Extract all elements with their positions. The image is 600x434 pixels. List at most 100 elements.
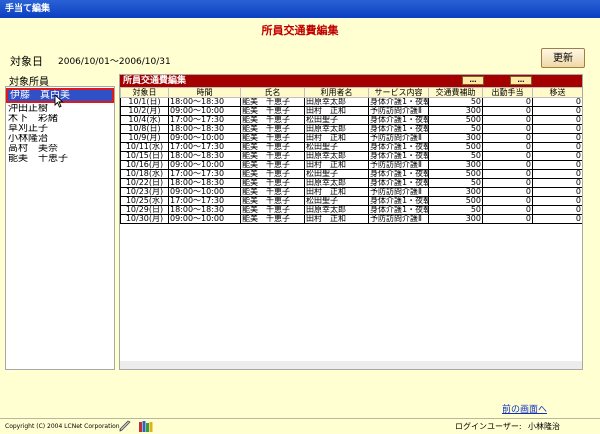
table-cell: 予防訪問介護Ⅱ — [368, 160, 429, 170]
column-header[interactable]: 利用者名 — [304, 87, 369, 98]
table-cell[interactable]: 0 — [532, 106, 582, 116]
table-cell[interactable]: 0 — [482, 178, 533, 188]
table-cell[interactable]: 500 — [428, 115, 483, 125]
table-cell[interactable]: 0 — [532, 160, 582, 170]
staff-list-item[interactable]: 能美 千恵子 — [6, 154, 114, 164]
table-row[interactable]: 10/9(月) 09:00～10:00 能美 千恵子 田村 正和 予防訪問介護Ⅱ 300 0… — [120, 133, 582, 143]
column-header[interactable]: 氏名 — [240, 87, 305, 98]
column-header[interactable]: サービス内容 — [368, 87, 429, 98]
back-link[interactable]: 前の画面へ — [502, 402, 547, 415]
table-cell[interactable]: 0 — [532, 124, 582, 134]
staff-list-item[interactable]: 高村 美奈 — [6, 144, 114, 154]
table-row[interactable]: 10/2(月) 09:00～10:00 能美 千恵子 田村 正和 予防訪問介護Ⅱ 300 0… — [120, 106, 582, 116]
column-header[interactable]: 移送 — [532, 87, 582, 98]
table-row[interactable]: 10/25(水) 17:00～17:30 能美 千恵子 松田聖子 身体介護1・夜朝 500… — [120, 196, 582, 206]
table-cell[interactable]: 0 — [532, 214, 582, 224]
table-cell: 10/18(水) — [120, 169, 169, 179]
table-cell: 能美 千恵子 — [240, 151, 305, 161]
table-cell[interactable]: 0 — [532, 133, 582, 143]
table-cell: 予防訪問介護Ⅱ — [368, 187, 429, 197]
table-cell[interactable]: 50 — [428, 97, 483, 107]
books-icon[interactable] — [138, 420, 154, 432]
column-header[interactable]: 時間 — [168, 87, 241, 98]
table-cell[interactable]: 0 — [532, 196, 582, 206]
table-cell[interactable]: 50 — [428, 124, 483, 134]
table-cell[interactable]: 0 — [482, 169, 533, 179]
table-header-row: 対象日 時間 氏名 利用者名 サービス内容 交通費補助 出勤手当 移送 — [120, 87, 582, 98]
table-cell: 田原幸太郎 — [304, 151, 369, 161]
pen-icon[interactable] — [118, 420, 132, 432]
table-row[interactable]: 10/30(月) 09:00～10:00 能美 千恵子 田村 正和 予防訪問介護Ⅱ 300… — [120, 214, 582, 224]
horizontal-scrollbar[interactable] — [120, 361, 582, 369]
column-header[interactable]: 交通費補助 — [428, 87, 483, 98]
table-cell[interactable]: 0 — [532, 205, 582, 215]
column-header[interactable]: 出勤手当 — [482, 87, 533, 98]
table-cell[interactable]: 0 — [532, 97, 582, 107]
table-row[interactable]: 10/15(日) 18:00～18:30 能美 千恵子 田原幸太郎 身体介護1・夜朝 50… — [120, 151, 582, 161]
table-cell[interactable]: 0 — [482, 124, 533, 134]
table-cell: 17:00～17:30 — [168, 196, 241, 206]
table-cell: 18:00～18:30 — [168, 205, 241, 215]
table-cell[interactable]: 0 — [482, 151, 533, 161]
table-cell[interactable]: 0 — [532, 142, 582, 152]
table-row[interactable]: 10/22(日) 18:00～18:30 能美 千恵子 田原幸太郎 身体介護1・夜朝 50… — [120, 178, 582, 188]
table-row[interactable]: 10/18(水) 17:00～17:30 能美 千恵子 松田聖子 身体介護1・夜朝 500… — [120, 169, 582, 179]
table-cell: 18:00～18:30 — [168, 97, 241, 107]
table-cell[interactable]: 500 — [428, 196, 483, 206]
table-cell[interactable]: 0 — [532, 178, 582, 188]
table-cell: 身体介護1・夜朝 — [368, 178, 429, 188]
staff-list-item[interactable]: 小林隆治 — [6, 134, 114, 144]
table-row[interactable]: 10/23(月) 09:00～10:00 能美 千恵子 田村 正和 予防訪問介護Ⅱ 300… — [120, 187, 582, 197]
table-cell: 田村 正和 — [304, 133, 369, 143]
table-cell[interactable]: 0 — [482, 160, 533, 170]
staff-list[interactable]: 伊藤 真由美 沖田正樹 木下 彩緒 草刈正子 小林隆治 高村 美奈 能美 千恵子 — [5, 86, 115, 370]
table-cell[interactable]: 300 — [428, 214, 483, 224]
table-cell: 10/11(水) — [120, 142, 169, 152]
table-cell[interactable]: 0 — [532, 151, 582, 161]
table-cell[interactable]: 0 — [532, 187, 582, 197]
table-cell[interactable]: 300 — [428, 106, 483, 116]
table-cell[interactable]: 500 — [428, 142, 483, 152]
footer-divider — [0, 418, 600, 419]
table-cell[interactable]: 0 — [482, 205, 533, 215]
dots-button-1[interactable]: … — [462, 76, 484, 85]
table-cell[interactable]: 300 — [428, 133, 483, 143]
table-cell[interactable]: 0 — [482, 187, 533, 197]
dots-button-2[interactable]: … — [510, 76, 532, 85]
staff-list-item-selected[interactable]: 伊藤 真由美 — [6, 88, 114, 103]
table-cell: 10/15(日) — [120, 151, 169, 161]
table-cell: 松田聖子 — [304, 169, 369, 179]
table-cell: 田村 正和 — [304, 214, 369, 224]
table-cell[interactable]: 50 — [428, 151, 483, 161]
table-cell: 能美 千恵子 — [240, 124, 305, 134]
table-cell[interactable]: 0 — [482, 214, 533, 224]
staff-list-item[interactable]: 草刈正子 — [6, 124, 114, 134]
table-cell[interactable]: 0 — [482, 115, 533, 125]
table-cell[interactable]: 0 — [532, 169, 582, 179]
table-cell: 能美 千恵子 — [240, 169, 305, 179]
refresh-button[interactable]: 更新 — [541, 48, 585, 68]
table-cell[interactable]: 0 — [482, 142, 533, 152]
table-cell[interactable]: 0 — [532, 115, 582, 125]
table-row[interactable]: 10/11(水) 17:00～17:30 能美 千恵子 松田聖子 身体介護1・夜朝 500… — [120, 142, 582, 152]
table-cell: 18:00～18:30 — [168, 178, 241, 188]
staff-list-item[interactable]: 木下 彩緒 — [6, 114, 114, 124]
table-row[interactable]: 10/8(日) 18:00～18:30 能美 千恵子 田原幸太郎 身体介護1・夜朝 50 0… — [120, 124, 582, 134]
table-cell: 身体介護1・夜朝 — [368, 151, 429, 161]
table-cell[interactable]: 0 — [482, 133, 533, 143]
table-cell[interactable]: 0 — [482, 196, 533, 206]
table-cell[interactable]: 50 — [428, 205, 483, 215]
table-cell: 能美 千恵子 — [240, 160, 305, 170]
table-row[interactable]: 10/29(日) 18:00～18:30 能美 千恵子 田原幸太郎 身体介護1・夜朝 50… — [120, 205, 582, 215]
staff-list-item[interactable]: 沖田正樹 — [6, 104, 114, 114]
table-cell[interactable]: 300 — [428, 160, 483, 170]
table-row[interactable]: 10/16(月) 09:00～10:00 能美 千恵子 田村 正和 予防訪問介護Ⅱ 300… — [120, 160, 582, 170]
column-header[interactable]: 対象日 — [120, 87, 169, 98]
table-row[interactable]: 10/4(水) 17:00～17:30 能美 千恵子 松田聖子 身体介護1・夜朝 500 0… — [120, 115, 582, 125]
table-cell[interactable]: 0 — [482, 97, 533, 107]
table-cell[interactable]: 50 — [428, 178, 483, 188]
table-cell[interactable]: 300 — [428, 187, 483, 197]
table-cell[interactable]: 500 — [428, 169, 483, 179]
table-cell[interactable]: 0 — [482, 106, 533, 116]
table-row[interactable]: 10/1(日) 18:00～18:30 能美 千恵子 田原幸太郎 身体介護1・夜朝 50 0… — [120, 97, 582, 107]
